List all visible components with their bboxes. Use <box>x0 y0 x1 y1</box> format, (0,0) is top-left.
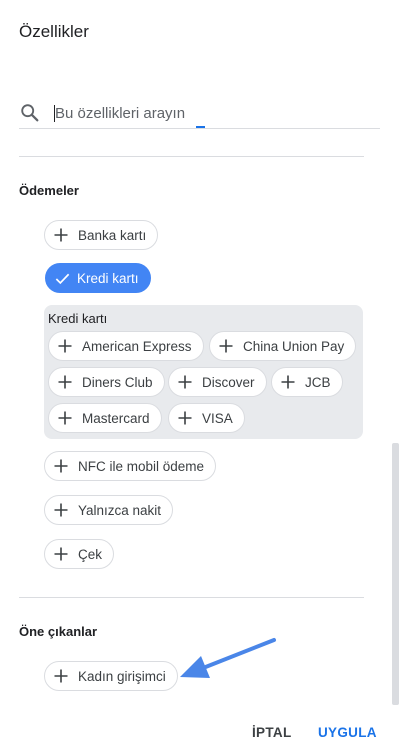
annotation-arrow-icon <box>180 638 276 678</box>
plus-icon <box>178 375 192 389</box>
plus-icon <box>54 547 68 561</box>
chip-american-express[interactable]: American Express <box>48 331 204 361</box>
search-input[interactable] <box>55 101 355 125</box>
plus-icon <box>54 228 68 242</box>
chip-label: Discover <box>202 374 255 390</box>
scrollbar[interactable] <box>392 443 399 705</box>
plus-icon <box>58 411 72 425</box>
subpanel-label: Kredi kartı <box>48 311 108 326</box>
chip-label: Banka kartı <box>78 227 147 243</box>
plus-icon <box>58 375 72 389</box>
chip-label: Çek <box>78 546 103 562</box>
chip-women-led[interactable]: Kadın girişimci <box>44 661 178 691</box>
chip-label: VISA <box>202 410 233 426</box>
chip-china-union-pay[interactable]: China Union Pay <box>209 331 357 361</box>
chip-nfc-mobile-payment[interactable]: NFC ile mobil ödeme <box>44 451 217 481</box>
chip-bank-card[interactable]: Banka kartı <box>44 220 159 250</box>
chip-label: JCB <box>305 374 331 390</box>
chip-label: Diners Club <box>82 374 153 390</box>
plus-icon <box>54 459 68 473</box>
section-heading-highlights: Öne çıkanlar <box>19 624 98 639</box>
plus-icon <box>178 411 192 425</box>
chip-jcb[interactable]: JCB <box>271 367 343 397</box>
apply-button[interactable]: UYGULA <box>318 725 377 740</box>
chip-cheque[interactable]: Çek <box>44 539 115 569</box>
chip-label: Kadın girişimci <box>78 668 166 684</box>
cancel-button[interactable]: İPTAL <box>252 725 292 740</box>
plus-icon <box>54 503 68 517</box>
chip-label: China Union Pay <box>243 338 345 354</box>
plus-icon <box>58 339 72 353</box>
plus-icon <box>281 375 295 389</box>
plus-icon <box>219 339 233 353</box>
chip-diners-club[interactable]: Diners Club <box>48 367 165 397</box>
chip-cash-only[interactable]: Yalnızca nakit <box>44 495 174 525</box>
plus-icon <box>54 669 68 683</box>
chip-credit-card[interactable]: Kredi kartı <box>45 263 151 293</box>
check-icon <box>55 273 70 284</box>
chip-mastercard[interactable]: Mastercard <box>48 403 162 433</box>
search-focus-indicator <box>196 126 205 128</box>
search-bar <box>19 96 380 129</box>
section-heading-payments: Ödemeler <box>19 183 79 198</box>
divider <box>19 156 364 157</box>
chip-label: NFC ile mobil ödeme <box>78 458 205 474</box>
chip-label: Kredi kartı <box>77 270 139 286</box>
chip-visa[interactable]: VISA <box>168 403 245 433</box>
search-icon <box>21 104 39 122</box>
chip-discover[interactable]: Discover <box>168 367 267 397</box>
dialog-title: Özellikler <box>19 22 89 41</box>
chip-label: American Express <box>82 338 192 354</box>
chip-label: Mastercard <box>82 410 150 426</box>
chip-label: Yalnızca nakit <box>78 502 162 518</box>
divider <box>19 597 364 598</box>
